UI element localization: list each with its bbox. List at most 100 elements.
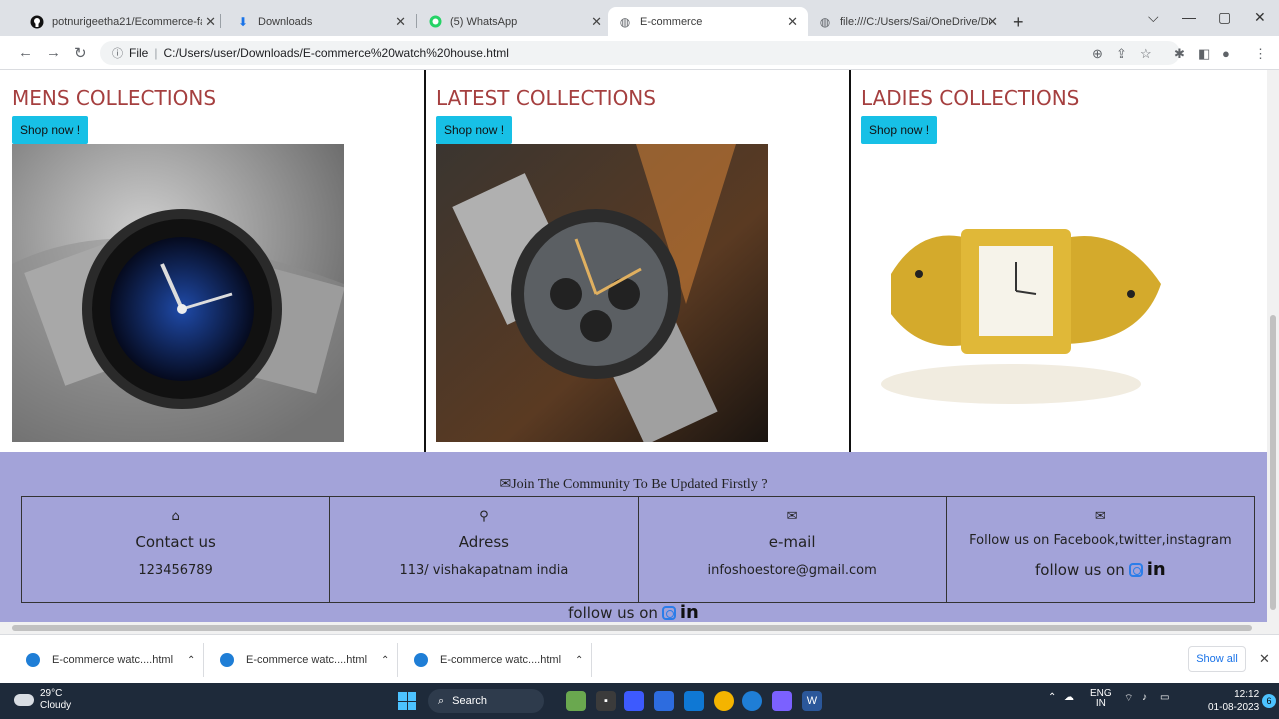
windows-start-icon[interactable]	[398, 692, 416, 710]
restore-button[interactable]: ▢	[1218, 9, 1231, 26]
download-item[interactable]: E-commerce watc....html ⌃	[12, 643, 204, 677]
task-view-icon[interactable]: ▪	[596, 691, 616, 711]
cell-value: 113/ vishakapatnam india	[399, 563, 569, 578]
tab-file[interactable]: ◍ file:///C:/Users/Sai/OneDrive/De ✕	[808, 7, 1008, 36]
globe-icon: ◍	[819, 14, 831, 29]
tab-downloads[interactable]: ⬇ Downloads ✕	[226, 7, 416, 36]
browser-tab-strip: potnurigeetha21/Ecommerce-fa ✕ ⬇ Downloa…	[0, 0, 1279, 36]
word-icon[interactable]: W	[802, 691, 822, 711]
shop-now-button[interactable]: Shop now !	[861, 116, 938, 144]
tab-github[interactable]: potnurigeetha21/Ecommerce-fa ✕	[20, 7, 226, 36]
collection-title: LATEST COLLECTIONS	[436, 86, 656, 110]
shop-now-button[interactable]: Shop now !	[436, 116, 513, 144]
shop-now-button[interactable]: Shop now !	[12, 116, 89, 144]
scroll-thumb[interactable]	[12, 625, 1252, 631]
info-icon[interactable]: ⓘ	[112, 45, 123, 61]
chevron-up-icon[interactable]: ⌃	[187, 655, 195, 666]
close-icon[interactable]: ✕	[787, 14, 798, 30]
search-label: Search	[452, 695, 488, 707]
address-bar[interactable]: ⓘ File | C:/Users/user/Downloads/E-comme…	[100, 41, 1180, 65]
download-icon: ⬇	[237, 14, 249, 29]
chevron-up-icon[interactable]: ⌃	[381, 655, 389, 666]
edge-file-icon	[26, 653, 40, 667]
forward-icon[interactable]: →	[46, 44, 61, 61]
tab-whatsapp[interactable]: (5) WhatsApp ✕	[418, 7, 612, 36]
store-icon[interactable]	[684, 691, 704, 711]
wifi-icon[interactable]: ⌔	[1124, 692, 1133, 705]
bookmark-star-icon[interactable]: ☆	[1140, 46, 1152, 62]
profile-icon[interactable]: ●	[1222, 46, 1230, 61]
tab-search-icon[interactable]: ⌵	[1148, 9, 1159, 26]
taskbar-search[interactable]: ⌕ Search	[428, 689, 544, 713]
language-indicator[interactable]: ENG IN	[1090, 689, 1112, 709]
app-icon[interactable]	[772, 691, 792, 711]
close-icon[interactable]: ✕	[1259, 651, 1270, 667]
tab-title: (5) WhatsApp	[450, 15, 518, 28]
join-community-text: ✉Join The Community To Be Updated Firstl…	[499, 477, 768, 492]
latest-watch-image	[436, 144, 768, 442]
page-viewport: MENS COLLECTIONS Shop now ! LATEST COLLE…	[0, 70, 1267, 622]
minimize-button[interactable]: —	[1182, 9, 1196, 25]
tab-separator	[220, 14, 221, 28]
download-filename: E-commerce watc....html	[52, 654, 174, 666]
extensions-icon[interactable]: ✱	[1174, 46, 1185, 62]
mens-watch-image	[12, 144, 344, 442]
network-icon[interactable]: ☁	[1064, 692, 1074, 703]
chrome-icon[interactable]	[714, 691, 734, 711]
show-all-button[interactable]: Show all	[1188, 646, 1246, 672]
zoom-icon[interactable]: ⊕	[1092, 46, 1103, 62]
notification-badge[interactable]: 6	[1262, 694, 1276, 708]
ladies-collection-card: LADIES COLLECTIONS Shop now !	[849, 70, 1267, 452]
temperature: 29°C	[40, 688, 63, 699]
vertical-scrollbar[interactable]	[1267, 70, 1279, 622]
chevron-up-icon[interactable]: ⌃	[1048, 692, 1056, 703]
back-icon[interactable]: ←	[18, 44, 33, 61]
volume-icon[interactable]: ♪	[1142, 692, 1147, 703]
reload-icon[interactable]: ↻	[74, 44, 87, 62]
file-explorer-icon[interactable]	[654, 691, 674, 711]
instagram-icon[interactable]	[1128, 562, 1143, 577]
download-item[interactable]: E-commerce watc....html ⌃	[206, 643, 398, 677]
edge-icon[interactable]	[742, 691, 762, 711]
side-panel-icon[interactable]: ◧	[1198, 46, 1210, 62]
location-pin-icon: ⚲	[479, 509, 489, 524]
contact-us-cell: ⌂ Contact us 123456789	[22, 497, 331, 602]
photos-app-icon[interactable]	[566, 691, 586, 711]
tab-ecommerce[interactable]: ◍ E-commerce ✕	[608, 7, 808, 36]
close-icon[interactable]: ✕	[395, 14, 406, 30]
download-item[interactable]: E-commerce watc....html ⌃	[400, 643, 592, 677]
linkedin-icon[interactable]: in	[1147, 559, 1166, 580]
video-call-icon[interactable]	[624, 691, 644, 711]
scroll-thumb[interactable]	[1270, 315, 1276, 610]
whatsapp-icon	[428, 15, 442, 29]
linkedin-icon[interactable]: in	[680, 602, 699, 622]
share-icon[interactable]: ⇪	[1116, 46, 1127, 62]
horizontal-scrollbar[interactable]	[0, 622, 1279, 634]
cell-title: Adress	[458, 533, 509, 551]
address-prefix: File	[129, 46, 149, 60]
menu-icon[interactable]: ⋮	[1254, 46, 1267, 62]
envelope-icon: ✉	[499, 477, 512, 492]
community-footer: ✉Join The Community To Be Updated Firstl…	[0, 452, 1267, 622]
globe-icon: ◍	[619, 14, 631, 29]
social-follow: follow us on in	[947, 559, 1254, 580]
cell-value[interactable]: infoshoestore@gmail.com	[639, 563, 946, 578]
close-icon[interactable]: ✕	[987, 14, 998, 30]
cell-title: e-mail	[768, 533, 816, 551]
follow-text: follow us on	[568, 603, 658, 622]
weather-widget[interactable]: 29°C Cloudy	[14, 688, 71, 712]
close-window-button[interactable]: ✕	[1254, 9, 1266, 26]
instagram-icon[interactable]	[661, 605, 676, 620]
address-cell: ⚲ Adress 113/ vishakapatnam india	[330, 497, 639, 602]
follow-us-bottom: follow us on in	[0, 602, 1267, 622]
cell-title: Follow us on Facebook,twitter,instagram	[969, 533, 1232, 548]
tab-title: Downloads	[258, 15, 313, 28]
new-tab-button[interactable]: +	[1013, 12, 1024, 33]
close-icon[interactable]: ✕	[205, 14, 216, 30]
close-icon[interactable]: ✕	[591, 14, 602, 30]
download-bar: E-commerce watc....html ⌃ E-commerce wat…	[0, 634, 1279, 683]
system-clock[interactable]: 12:12 01-08-2023	[1208, 688, 1259, 714]
tab-title: file:///C:/Users/Sai/OneDrive/De	[840, 15, 990, 28]
battery-icon[interactable]: ▭	[1160, 692, 1169, 703]
chevron-up-icon[interactable]: ⌃	[575, 655, 583, 666]
